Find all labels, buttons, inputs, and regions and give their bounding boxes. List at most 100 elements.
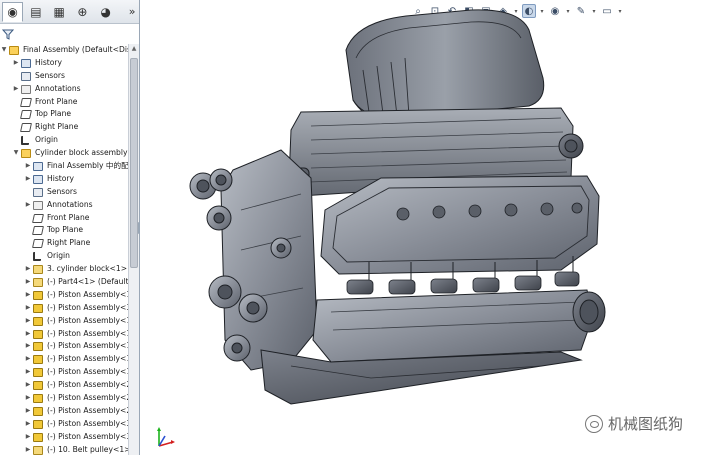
piston-icon (33, 329, 43, 339)
tree-item[interactable]: ▶ (-) Piston Assembly<17> ( (0, 353, 128, 366)
expand-icon[interactable]: ▶ (25, 418, 31, 431)
tree-item[interactable]: Front Plane (0, 96, 128, 109)
history-icon (21, 58, 31, 68)
tree-item[interactable]: ▶ History (0, 173, 128, 186)
configuration-tab-icon[interactable]: ▦ (49, 2, 70, 22)
tree-item-label: (-) Piston Assembly<30> ( (47, 418, 128, 428)
funnel-icon[interactable] (2, 29, 14, 40)
tree-scrollbar[interactable]: ▲ (128, 44, 139, 455)
tree-item-label: (-) Piston Assembly<21> ( (47, 380, 128, 390)
feature-manager-panel: ◉▤▦⊕◕ » ▼ Final Assembly (Default<Display … (0, 0, 140, 455)
tree-item-label: (-) Part4<1> (Default) (47, 277, 128, 287)
expand-icon[interactable]: ▶ (13, 57, 19, 70)
expand-icon[interactable]: ▶ (25, 173, 31, 186)
expand-icon[interactable]: ▶ (25, 353, 31, 366)
tree-item-label: (-) Piston Assembly<32> ( (47, 431, 128, 441)
plane-icon (20, 110, 32, 120)
tree-item-label: (-) Piston Assembly<19> ( (47, 367, 128, 377)
tree-item[interactable]: Origin (0, 134, 128, 147)
tree-item[interactable]: ▶ (-) Piston Assembly<21> ( (0, 379, 128, 392)
expand-icon[interactable]: ▶ (25, 276, 31, 289)
tree-item[interactable]: Sensors (0, 70, 128, 83)
expand-icon[interactable]: ▶ (25, 444, 31, 455)
tree-item[interactable]: ▼ Cylinder block assembly<1> ( (0, 147, 128, 160)
display-tab-icon[interactable]: ◕ (95, 2, 116, 22)
panel-tab-bar: ◉ ▤ ▦ ⊕ ◕ » (0, 0, 139, 24)
exhaust-ports[interactable] (346, 271, 580, 295)
tree-item[interactable]: ▶ Annotations (0, 199, 128, 212)
tree-item[interactable]: ▶ (-) Part4<1> (Default) (0, 276, 128, 289)
expand-icon[interactable]: ▶ (25, 379, 31, 392)
part-icon (33, 265, 43, 275)
propertymanager-tab-icon[interactable]: ▤ (25, 2, 46, 22)
tree-item[interactable]: ▶ (-) 10. Belt pulley<1> (Def (0, 444, 128, 455)
featuremanager-tab-icon[interactable]: ◉ (2, 1, 24, 22)
collapse-icon[interactable]: ▼ (13, 147, 19, 160)
tree-item[interactable]: ▶ Final Assembly 中的配合 (0, 160, 128, 173)
tree-item[interactable]: ▼ Final Assembly (Default<Display S (0, 44, 128, 57)
expand-icon[interactable]: ▶ (13, 83, 19, 96)
tree-item[interactable]: ▶ (-) Piston Assembly<13> ( (0, 328, 128, 341)
tree-item[interactable]: Right Plane (0, 237, 128, 250)
piston-icon (33, 394, 43, 404)
tree-item[interactable]: ▶ (-) Piston Assembly<27> ( (0, 405, 128, 418)
expand-icon[interactable]: ▶ (25, 160, 31, 173)
scrollbar-thumb[interactable] (130, 58, 138, 268)
tree-item-label: History (47, 173, 75, 183)
tree-item-label: 3. cylinder block<1> (Defa (47, 264, 128, 274)
expand-icon[interactable]: ▶ (25, 289, 31, 302)
expand-icon[interactable]: ▶ (25, 263, 31, 276)
flywheel[interactable] (572, 291, 606, 333)
expand-icon[interactable]: ▶ (25, 431, 31, 444)
tree-item[interactable]: ▶ (-) Piston Assembly<19> ( (0, 366, 128, 379)
piston-icon (33, 290, 43, 300)
tree-item-label: Top Plane (35, 109, 72, 119)
tree-item[interactable]: Top Plane (0, 108, 128, 121)
expand-icon[interactable]: ▶ (25, 392, 31, 405)
tree-item[interactable]: ▶ Annotations (0, 83, 128, 96)
air-scoop[interactable] (345, 9, 545, 123)
panel-collapse-handle[interactable] (138, 222, 139, 234)
dimxpert-tab-icon[interactable]: ⊕ (72, 2, 93, 22)
tree-item[interactable]: Front Plane (0, 212, 128, 225)
tree-item[interactable]: Origin (0, 250, 128, 263)
piston-icon (33, 316, 43, 326)
more-tabs-icon[interactable]: » (126, 2, 138, 22)
expand-icon[interactable]: ▶ (25, 328, 31, 341)
watermark: 机械图纸狗 (585, 413, 683, 434)
expand-icon[interactable]: ▶ (25, 405, 31, 418)
sensor-icon (33, 187, 43, 197)
wechat-logo-icon (585, 414, 603, 433)
piston-icon (33, 406, 43, 416)
expand-icon[interactable]: ▶ (25, 366, 31, 379)
tree-item[interactable]: ▶ (-) Piston Assembly<23> ( (0, 392, 128, 405)
tree-item[interactable]: Sensors (0, 186, 128, 199)
expand-icon[interactable]: ▶ (25, 315, 31, 328)
graphics-viewport[interactable]: ⌕⊡↶◧▣◈▾◐▾◉▾✎▾▭▾ (141, 0, 720, 455)
tree-item[interactable]: ▶ (-) Piston Assembly<15> ( (0, 340, 128, 353)
valve-cover[interactable] (320, 175, 600, 282)
expand-icon[interactable]: ▶ (25, 302, 31, 315)
assembly-icon (21, 149, 31, 159)
tree-item[interactable]: Right Plane (0, 121, 128, 134)
annot-icon (33, 200, 43, 210)
tree-item[interactable]: Top Plane (0, 224, 128, 237)
piston-icon (33, 368, 43, 378)
tree-item[interactable]: ▶ (-) Piston Assembly<11> ( (0, 315, 128, 328)
expand-icon[interactable]: ▶ (25, 199, 31, 212)
tree-item[interactable]: ▶ 3. cylinder block<1> (Defa (0, 263, 128, 276)
tree-item-label: Sensors (47, 186, 77, 196)
tree-item[interactable]: ▶ (-) Piston Assembly<30> ( (0, 418, 128, 431)
collapse-icon[interactable]: ▼ (1, 44, 7, 57)
oil-pan[interactable] (260, 349, 583, 405)
tree-item[interactable]: ▶ (-) Piston Assembly<3> (D (0, 302, 128, 315)
engine-block[interactable] (312, 289, 594, 363)
tree-item-label: Final Assembly (Default<Display S (23, 45, 128, 54)
scroll-up-icon[interactable]: ▲ (129, 44, 139, 54)
plane-icon (32, 226, 44, 236)
tree-item[interactable]: ▶ (-) Piston Assembly<32> ( (0, 431, 128, 444)
tree-item[interactable]: ▶ (-) Piston Assembly<1> (D (0, 289, 128, 302)
engine-model[interactable] (141, 0, 720, 455)
expand-icon[interactable]: ▶ (25, 340, 31, 353)
tree-item[interactable]: ▶ History (0, 57, 128, 70)
